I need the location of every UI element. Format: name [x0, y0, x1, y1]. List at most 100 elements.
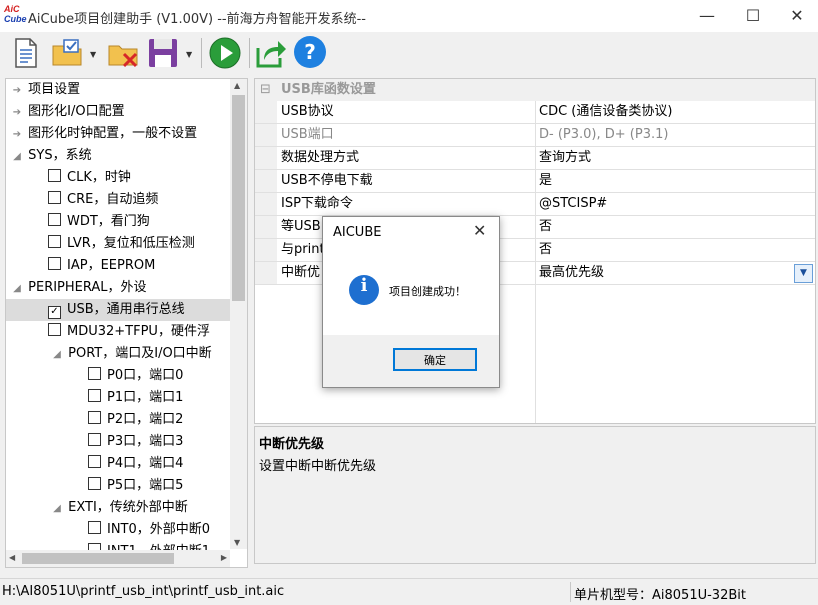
- description-panel: 中断优先级 设置中断中断优先级: [254, 426, 816, 564]
- help-icon[interactable]: ?: [294, 36, 328, 70]
- checkbox[interactable]: [88, 411, 101, 424]
- dialog-close-icon[interactable]: ✕: [473, 221, 486, 240]
- tree-vertical-scrollbar[interactable]: ▲ ▼: [230, 79, 247, 549]
- tree-item-p2[interactable]: P2口，端口2: [88, 409, 183, 431]
- checkbox[interactable]: [88, 521, 101, 534]
- checkbox[interactable]: [48, 213, 61, 226]
- property-value[interactable]: 否: [539, 239, 552, 261]
- minimize-button[interactable]: —: [684, 0, 730, 32]
- tree-item-usb[interactable]: ✓ USB，通用串行总线: [6, 299, 230, 321]
- tree-item-project-settings[interactable]: ➔ 项目设置: [10, 79, 80, 101]
- expanded-arrow-icon[interactable]: ◢: [10, 278, 24, 300]
- toolbar-separator: [249, 38, 250, 68]
- tree-item-int0[interactable]: INT0，外部中断0: [88, 519, 210, 541]
- tree-item-p5[interactable]: P5口，端口5: [88, 475, 183, 497]
- property-row[interactable]: 数据处理方式 查询方式: [255, 147, 815, 170]
- scroll-down-icon[interactable]: ▼: [234, 538, 240, 547]
- tree-item-label: P2口，端口2: [107, 412, 184, 427]
- scroll-left-icon[interactable]: ◀: [9, 553, 15, 562]
- checkbox[interactable]: [48, 235, 61, 248]
- tree-item-label: 图形化I/O口配置: [28, 104, 125, 119]
- maximize-button[interactable]: ☐: [730, 0, 776, 32]
- expanded-arrow-icon[interactable]: ◢: [50, 344, 64, 366]
- expanded-arrow-icon[interactable]: ◢: [10, 146, 24, 168]
- scroll-up-icon[interactable]: ▲: [234, 81, 240, 90]
- tree-item-p0[interactable]: P0口，端口0: [88, 365, 183, 387]
- property-value[interactable]: @STCISP#: [539, 193, 607, 215]
- logo-text-top: AiC: [4, 4, 20, 14]
- tree-horizontal-scrollbar[interactable]: ◀ ▶: [6, 550, 230, 567]
- ok-button[interactable]: 确定: [393, 348, 477, 371]
- tree-item-mdu32[interactable]: MDU32+TFPU，硬件浮: [48, 321, 210, 343]
- tree-item-exti[interactable]: ◢ EXTI，传统外部中断: [50, 497, 188, 519]
- property-value[interactable]: 是: [539, 170, 552, 192]
- category-label: USB库函数设置: [281, 82, 376, 97]
- expanded-arrow-icon[interactable]: ◢: [50, 498, 64, 520]
- tree-item-label: P5口，端口5: [107, 478, 184, 493]
- tree-item-clock-config[interactable]: ➔ 图形化时钟配置，一般不设置: [10, 123, 197, 145]
- row-gutter: [255, 101, 277, 123]
- checkbox[interactable]: [48, 169, 61, 182]
- checkbox[interactable]: [88, 455, 101, 468]
- property-row[interactable]: ISP下载命令 @STCISP#: [255, 193, 815, 216]
- tree-item-label: 项目设置: [28, 82, 81, 97]
- tree-item-io-config[interactable]: ➔ 图形化I/O口配置: [10, 101, 125, 123]
- tree-item-label: MDU32+TFPU，硬件浮: [67, 324, 210, 339]
- open-folder-icon[interactable]: [50, 36, 84, 70]
- project-path: H:\AI8051U\printf_usb_int\printf_usb_int…: [2, 584, 285, 599]
- tree-item-label: P3口，端口3: [107, 434, 184, 449]
- export-icon[interactable]: [254, 36, 288, 70]
- property-name: 等USB: [281, 219, 321, 234]
- save-dropdown-icon[interactable]: ▼: [186, 50, 192, 59]
- checkbox[interactable]: [88, 389, 101, 402]
- tree-item-iap[interactable]: IAP，EEPROM: [48, 255, 155, 277]
- tree-item-label: LVR，复位和低压检测: [67, 236, 195, 251]
- tree-item-lvr[interactable]: LVR，复位和低压检测: [48, 233, 195, 255]
- new-document-icon[interactable]: [8, 36, 42, 70]
- tree-item-label: CLK，时钟: [67, 170, 131, 185]
- open-dropdown-icon[interactable]: ▼: [90, 50, 96, 59]
- close-button[interactable]: ✕: [774, 0, 818, 32]
- row-gutter: [255, 216, 277, 238]
- tree-item-label: P1口，端口1: [107, 390, 184, 405]
- collapse-icon[interactable]: ⊟: [260, 79, 271, 101]
- tree-item-p3[interactable]: P3口，端口3: [88, 431, 183, 453]
- property-value[interactable]: 否: [539, 216, 552, 238]
- run-icon[interactable]: [208, 36, 242, 70]
- checkbox[interactable]: [88, 477, 101, 490]
- checkbox[interactable]: [88, 433, 101, 446]
- checkbox[interactable]: [48, 257, 61, 270]
- property-name: 与print: [281, 242, 325, 257]
- tree-item-port[interactable]: ◢ PORT，端口及I/O口中断: [50, 343, 212, 365]
- close-project-icon[interactable]: [106, 36, 140, 70]
- tree-item-p4[interactable]: P4口，端口4: [88, 453, 183, 475]
- checkbox[interactable]: [48, 191, 61, 204]
- row-gutter: [255, 262, 277, 284]
- property-row[interactable]: USB协议 CDC (通信设备类协议): [255, 101, 815, 124]
- scrollbar-thumb[interactable]: [232, 95, 245, 301]
- property-row[interactable]: USB不停电下载 是: [255, 170, 815, 193]
- checkbox[interactable]: [48, 323, 61, 336]
- tree-item-cre[interactable]: CRE，自动追频: [48, 189, 158, 211]
- property-name: USB端口: [281, 127, 334, 142]
- project-tree[interactable]: ➔ 项目设置 ➔ 图形化I/O口配置 ➔ 图形化时钟配置，一般不设置 ◢ SYS…: [5, 78, 248, 568]
- tree-item-sys[interactable]: ◢ SYS，系统: [10, 145, 91, 168]
- property-value[interactable]: CDC (通信设备类协议): [539, 101, 672, 123]
- tree-item-p1[interactable]: P1口，端口1: [88, 387, 183, 409]
- tree-item-wdt[interactable]: WDT，看门狗: [48, 211, 150, 233]
- tree-item-clk[interactable]: CLK，时钟: [48, 167, 131, 189]
- dropdown-button-icon[interactable]: ▼: [794, 264, 813, 283]
- checkbox-checked[interactable]: ✓: [48, 306, 61, 319]
- checkbox[interactable]: [88, 367, 101, 380]
- property-category[interactable]: ⊟ USB库函数设置: [255, 79, 815, 101]
- tree-item-label: INT0，外部中断0: [107, 522, 211, 537]
- property-name: USB协议: [281, 104, 334, 119]
- property-row[interactable]: USB端口 D- (P3.0), D+ (P3.1): [255, 124, 815, 147]
- save-icon[interactable]: [146, 36, 180, 70]
- property-value[interactable]: 最高优先级: [539, 262, 604, 284]
- scroll-right-icon[interactable]: ▶: [221, 553, 227, 562]
- scrollbar-thumb[interactable]: [22, 553, 174, 564]
- tree-item-peripheral[interactable]: ◢ PERIPHERAL，外设: [10, 277, 146, 300]
- property-name: 中断优: [281, 265, 321, 280]
- property-value[interactable]: 查询方式: [539, 147, 591, 169]
